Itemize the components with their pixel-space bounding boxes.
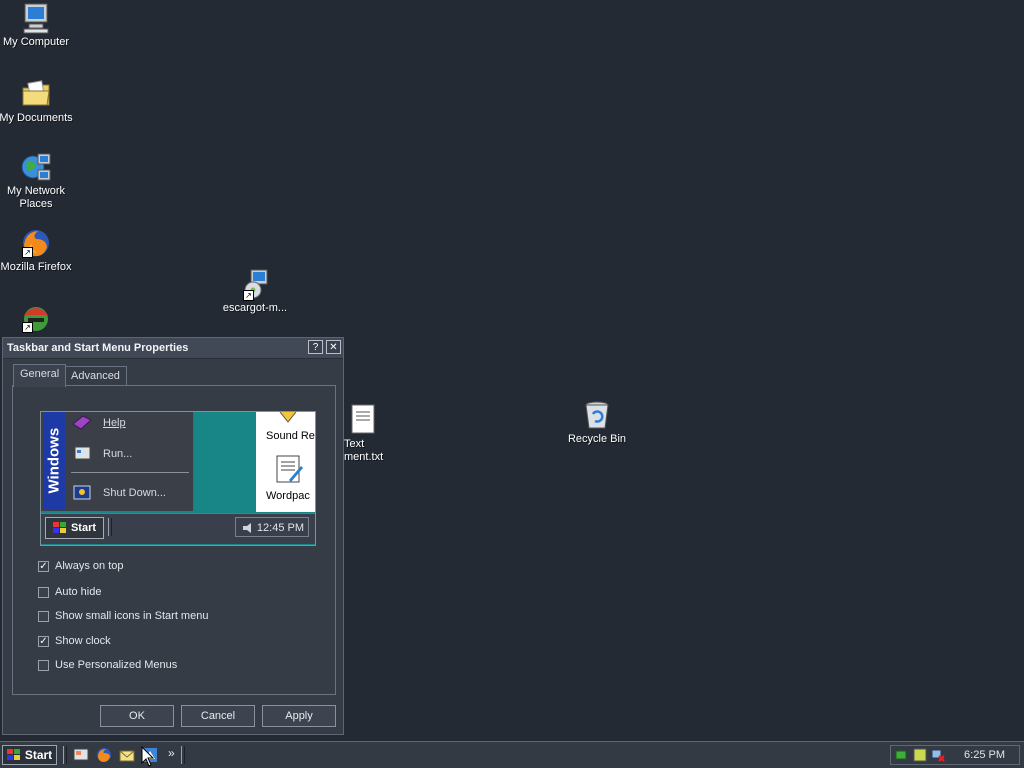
email-icon[interactable] [119,747,135,763]
desktop-icon-app-shortcut[interactable]: ↗ [0,302,74,336]
desktop-icon-my-network-places[interactable]: My Network Places [0,151,74,211]
tray-app-icon[interactable] [913,748,927,762]
option-label: Always on top [55,560,124,572]
preview-start-menu: Windows Help Run... Shut Down... [41,412,194,511]
preview-clock-text: 12:45 PM [256,522,304,534]
network-globe-icon [21,153,51,181]
mouse-cursor-icon [141,746,155,767]
preview-windows-band: Windows [43,412,65,509]
system-tray: 6:25 PM [890,745,1020,765]
desktop-icon-label: My Network Places [6,185,66,210]
preview-clock: 12:45 PM [235,517,309,537]
preview-menu-item-shutdown: Shut Down... [71,484,166,502]
dialog-title: Taskbar and Start Menu Properties [7,342,189,354]
tab-advanced[interactable]: Advanced [64,366,127,386]
taskbar-properties-dialog: Taskbar and Start Menu Properties ? ✕ Ge… [2,337,344,735]
option-label: Auto hide [55,586,102,598]
dialog-titlebar[interactable]: Taskbar and Start Menu Properties ? ✕ [3,338,343,359]
desktop-icon-label: escargot-m... [222,302,288,314]
shutdown-computer-icon [73,485,91,500]
option-show-clock[interactable]: ✓ Show clock [38,635,111,647]
option-label: Use Personalized Menus [55,659,178,671]
preview-sound-recorder-label: Sound Re [266,430,315,442]
option-small-icons[interactable]: Show small icons in Start menu [38,610,208,622]
help-book-icon [72,415,92,430]
network-tray-icon[interactable] [895,748,909,762]
network-disconnected-icon[interactable] [931,748,945,762]
preview-start-label: Start [70,522,97,534]
start-label: Start [24,748,53,762]
desktop-icon-my-documents[interactable]: My Documents [0,78,74,125]
desktop-icon-my-computer[interactable]: My Computer [0,2,74,49]
preview-menu-label: Shut Down... [103,487,166,499]
preview-taskbar-grip [108,518,112,536]
preview-menu-item-help: Help [71,414,126,432]
close-button[interactable]: ✕ [326,340,341,354]
quicklaunch-grip [63,746,67,764]
preview-menu-separator [71,472,189,473]
desktop-icon-recycle-bin[interactable]: Recycle Bin [559,399,635,446]
firefox-icon[interactable] [96,747,112,763]
personalized-menus-checkbox[interactable] [38,659,49,671]
text-file-icon [351,404,375,434]
small-icons-checkbox[interactable] [38,610,49,622]
taskbar-preview: Windows Help Run... Shut Down... Sound R… [40,411,316,546]
preview-desktop-window: Sound Re Wordpac [256,412,315,512]
speaker-icon [243,523,251,533]
wordpad-icon [276,455,303,483]
option-label: Show small icons in Start menu [55,610,209,622]
option-auto-hide[interactable]: Auto hide [38,586,101,598]
windows-flag-icon [6,749,20,760]
preview-wordpad-label: Wordpac [266,490,310,502]
recycle-bin-icon [585,401,609,429]
sound-recorder-icon [279,412,297,423]
windows-flag-icon [52,522,66,533]
option-personalized-menus[interactable]: Use Personalized Menus [38,659,177,671]
show-desktop-icon[interactable] [73,747,89,763]
desktop-icon-mozilla-firefox[interactable]: ↗ Mozilla Firefox [0,227,74,274]
shortcut-arrow-icon: ↗ [22,247,33,258]
preview-taskbar: Start 12:45 PM [41,513,315,544]
ok-button[interactable]: OK [100,705,174,727]
shortcut-arrow-icon: ↗ [22,322,33,333]
preview-start-button: Start [45,517,104,539]
preview-band-text: Windows [45,427,63,494]
desktop-icon-label: My Documents [0,112,73,124]
desktop-icon-label: My Computer [2,36,70,48]
show-clock-checkbox[interactable]: ✓ [38,635,49,647]
apply-button[interactable]: Apply [262,705,336,727]
help-button[interactable]: ? [308,340,323,354]
computer-icon [23,3,49,34]
start-button[interactable]: Start [2,745,57,765]
preview-menu-label: Help [103,417,126,429]
folder-documents-icon [22,80,50,106]
cancel-button[interactable]: Cancel [181,705,255,727]
preview-menu-item-run: Run... [71,445,132,463]
option-always-on-top[interactable]: ✓ Always on top [38,560,123,572]
taskbar-grip [181,746,185,764]
shortcut-arrow-icon: ↗ [243,290,254,301]
quicklaunch-chevron[interactable]: » [168,746,175,760]
general-tab-panel: Windows Help Run... Shut Down... Sound R… [12,385,336,695]
desktop-icon-label: Recycle Bin [567,433,627,445]
always-on-top-checkbox[interactable]: ✓ [38,560,49,572]
desktop-icon-label: Mozilla Firefox [0,261,72,273]
run-icon [74,446,91,460]
option-label: Show clock [55,635,111,647]
tab-general[interactable]: General [13,364,67,387]
auto-hide-checkbox[interactable] [38,586,49,598]
preview-menu-label: Run... [103,448,133,460]
taskbar-clock[interactable]: 6:25 PM [964,749,1005,761]
desktop-icon-escargot-installer[interactable]: ↗ escargot-m... [217,268,293,315]
